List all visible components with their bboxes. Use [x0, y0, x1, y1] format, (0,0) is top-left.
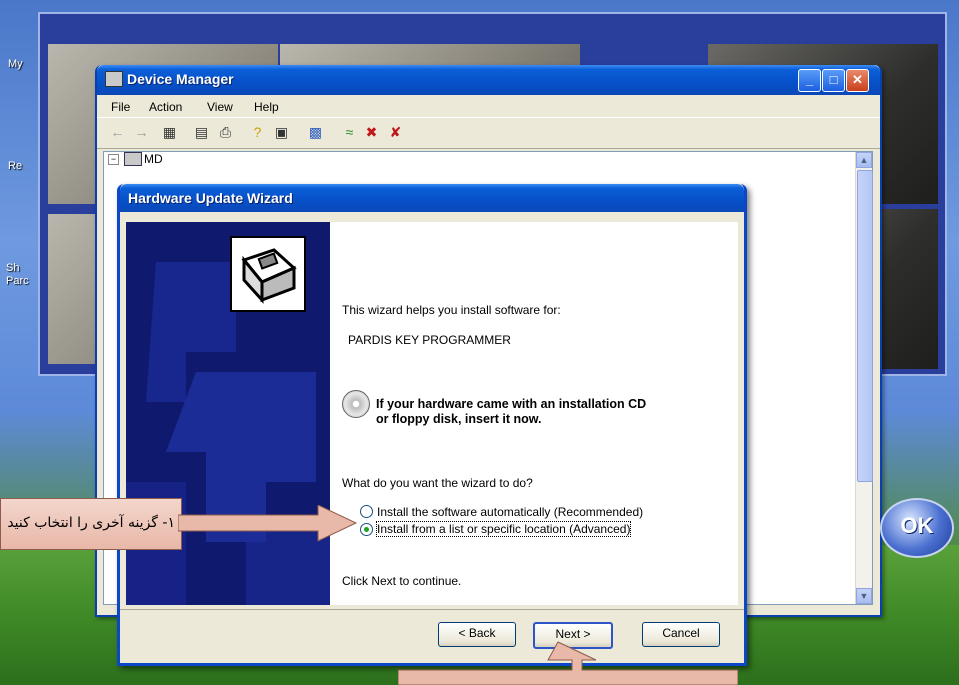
menu-action[interactable]: Action — [149, 100, 182, 114]
scroll-down-button[interactable]: ▼ — [856, 588, 872, 604]
close-button[interactable]: ✕ — [846, 69, 869, 92]
wizard-content-panel: This wizard helps you install software f… — [330, 222, 738, 605]
scroll-thumb[interactable] — [857, 170, 873, 482]
update-driver-icon[interactable]: ≈ — [341, 124, 358, 141]
maximize-button[interactable]: □ — [822, 69, 845, 92]
help-icon[interactable]: ? — [249, 124, 266, 141]
wizard-divider — [120, 609, 744, 610]
view-icon[interactable]: ▣ — [273, 124, 290, 141]
desktop-icon-shortcut[interactable]: Sh Parc — [6, 262, 36, 288]
wizard-question-text: What do you want the wizard to do? — [342, 476, 533, 490]
wizard-intro-text: This wizard helps you install software f… — [342, 303, 561, 317]
desktop-icon-recycle-bin[interactable]: Re — [8, 160, 22, 172]
option-advanced-label[interactable]: Install from a list or specific location… — [375, 521, 632, 537]
properties-icon[interactable]: ▤ — [193, 124, 210, 141]
show-hide-tree-icon[interactable]: ▦ — [161, 124, 178, 141]
menu-help[interactable]: Help — [254, 100, 279, 114]
hardware-install-icon — [230, 236, 306, 312]
menu-bar: File Action View Help — [97, 95, 880, 117]
vertical-scrollbar[interactable]: ▲ ▼ — [855, 152, 873, 604]
computer-icon — [105, 71, 123, 87]
device-name-text: PARDIS KEY PROGRAMMER — [348, 333, 511, 347]
scan-hardware-icon[interactable]: ▩ — [307, 124, 324, 141]
wizard-footer-text: Click Next to continue. — [342, 574, 462, 588]
annotation-callout-option: ۱- گزینه آخری را انتخاب کنید — [0, 498, 182, 550]
window-title: Device Manager — [127, 71, 234, 87]
annotation-callout-text: ۱- گزینه آخری را انتخاب کنید — [7, 515, 175, 531]
menu-view[interactable]: View — [207, 100, 233, 114]
scroll-up-button[interactable]: ▲ — [856, 152, 872, 168]
annotation-arrow-up — [398, 641, 738, 685]
computer-icon — [124, 152, 142, 166]
hardware-update-wizard-dialog: Hardware Update Wizard This wizard helps… — [117, 184, 747, 666]
tree-root-label[interactable]: MD — [144, 152, 163, 166]
wizard-title: Hardware Update Wizard — [128, 190, 293, 206]
print-icon[interactable]: ⎙ — [217, 124, 234, 141]
cd-icon — [342, 390, 370, 418]
cd-note-line-2: or floppy disk, insert it now. — [376, 412, 542, 426]
disable-device-icon[interactable]: ✖ — [363, 124, 380, 141]
wizard-titlebar[interactable]: Hardware Update Wizard — [120, 184, 744, 212]
ok-button[interactable]: OK — [880, 498, 954, 558]
device-manager-titlebar[interactable]: Device Manager _ □ ✕ — [97, 65, 880, 95]
option-automatic-label[interactable]: Install the software automatically (Reco… — [377, 505, 643, 519]
minimize-button[interactable]: _ — [798, 69, 821, 92]
uninstall-device-icon[interactable]: ✘ — [387, 124, 404, 141]
annotation-arrow-right — [178, 505, 358, 542]
desktop-icon-my-computer[interactable]: My — [8, 58, 23, 70]
collapse-icon[interactable]: − — [108, 154, 119, 165]
menu-file[interactable]: File — [111, 100, 130, 114]
toolbar: ← → ▦ ▤ ⎙ ? ▣ ▩ ≈ ✖ ✘ — [97, 117, 880, 149]
forward-arrow-icon[interactable]: → — [133, 124, 150, 141]
back-arrow-icon[interactable]: ← — [109, 124, 126, 141]
cd-note-line-1: If your hardware came with an installati… — [376, 397, 647, 411]
